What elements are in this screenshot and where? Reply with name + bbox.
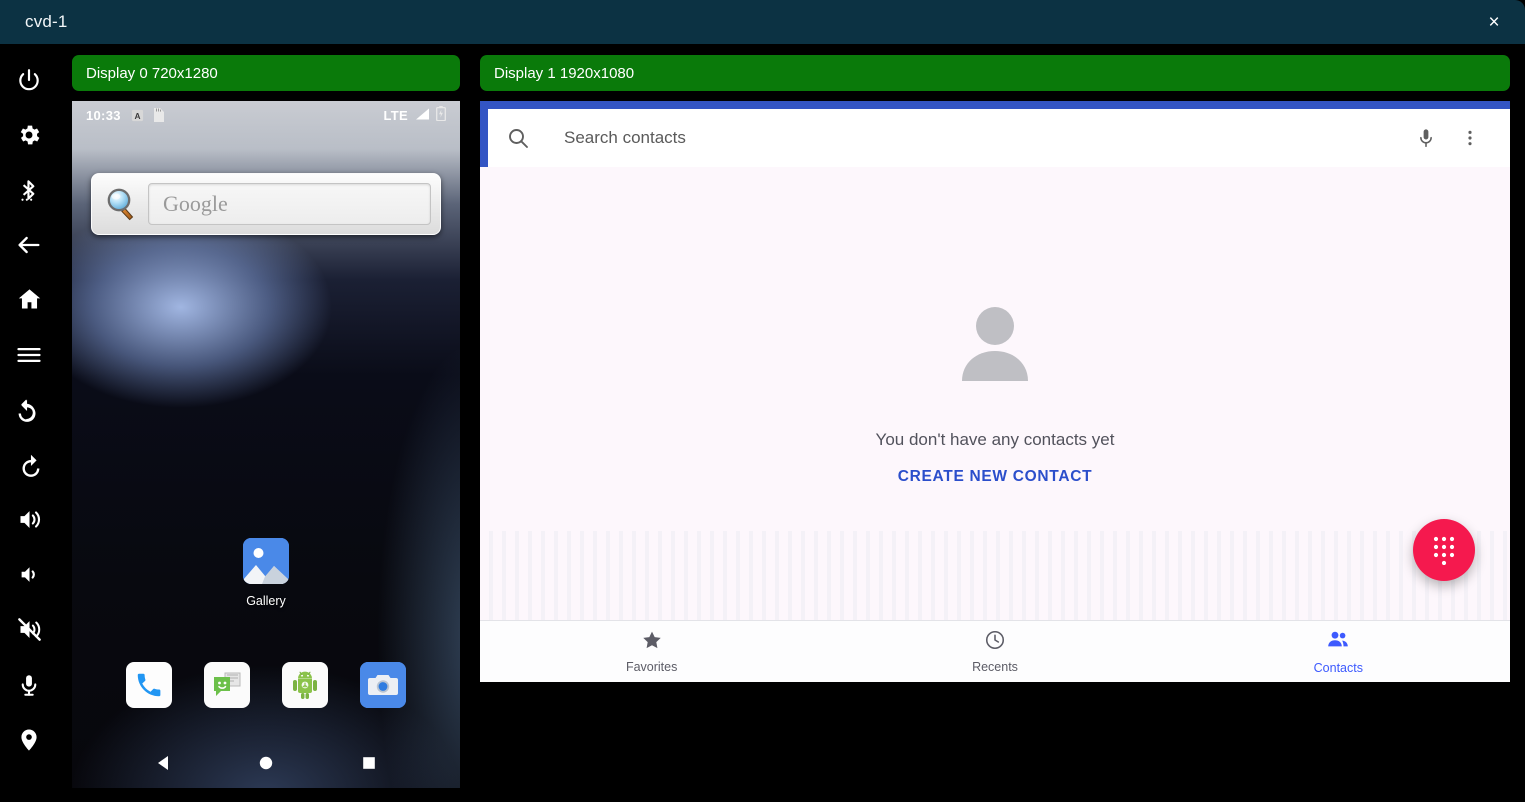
tab-label-favorites: Favorites [626,660,677,674]
android-dock [72,662,460,708]
window-title: cvd-1 [25,12,68,32]
google-search-widget[interactable]: Google [91,173,441,235]
status-right-group: LTE [384,106,447,124]
network-type-label: LTE [384,108,409,123]
app-messaging[interactable] [204,662,250,708]
close-icon[interactable]: × [1463,0,1525,44]
empty-state-title: You don't have any contacts yet [876,430,1115,450]
google-search-input[interactable]: Google [148,183,431,225]
gallery-icon [243,538,289,584]
tab-favorites[interactable]: Favorites [480,621,823,682]
circle-home-icon[interactable] [246,743,286,783]
volume-mute-icon[interactable] [0,602,58,657]
camera-icon [360,662,406,708]
tab-contacts[interactable]: Contacts [1167,621,1510,682]
tab-recents[interactable]: Recents [823,621,1166,682]
tab-label-recents: Recents [972,660,1018,674]
phone-icon [126,662,172,708]
display-1-header: Display 1 1920x1080 [480,55,1510,91]
display-0-screen[interactable]: 10:33 A LTE [72,101,460,788]
messaging-icon [204,662,250,708]
star-icon [641,629,663,656]
people-icon [1326,628,1350,657]
contacts-search-bar[interactable]: Search contacts [488,109,1510,167]
google-search-hint: Google [163,191,228,217]
android-navigation-bar [72,738,460,788]
triangle-back-icon[interactable] [143,743,183,783]
location-pin-icon[interactable] [0,712,58,767]
window-titlebar: cvd-1 × [0,0,1525,44]
contacts-bottom-nav: Favorites Recents Contacts [480,620,1510,682]
display-0-header: Display 0 720x1280 [72,55,460,91]
display-0-label: Display 0 720x1280 [86,65,218,82]
sdcard-icon [152,108,164,122]
alarm-a-icon: A [131,109,144,122]
menu-icon[interactable] [0,327,58,382]
search-icon [506,126,536,150]
microphone-icon[interactable] [0,657,58,712]
home-icon[interactable] [0,272,58,327]
tab-label-contacts: Contacts [1314,661,1363,675]
more-vertical-icon[interactable] [1448,128,1492,148]
rotate-right-icon[interactable] [0,437,58,492]
android-status-bar: 10:33 A LTE [72,101,460,129]
square-recents-icon[interactable] [349,743,389,783]
svg-text:A: A [134,110,140,120]
app-gallery[interactable]: Gallery [234,538,298,608]
rotate-left-icon[interactable] [0,382,58,437]
volume-up-icon[interactable] [0,492,58,547]
contacts-empty-state: You don't have any contacts yet CREATE N… [480,167,1510,617]
create-new-contact-button[interactable]: CREATE NEW CONTACT [898,468,1093,486]
device-control-sidebar [0,44,58,802]
clock-icon [984,629,1006,656]
dialpad-icon [1431,535,1457,565]
dialpad-fab-button[interactable] [1413,519,1475,581]
signal-bars-icon [414,107,430,124]
display-1-screen[interactable]: Search contacts You don't have [480,101,1510,682]
bluetooth-icon[interactable] [0,162,58,217]
status-time: 10:33 [86,108,121,123]
search-focus-ring: Search contacts [480,101,1510,167]
android-icon [282,662,328,708]
microphone-icon[interactable] [1404,127,1448,149]
battery-charging-icon [436,106,446,124]
display-1-label: Display 1 1920x1080 [494,65,634,82]
magnifier-icon [101,183,143,225]
app-label-gallery: Gallery [246,594,286,608]
power-icon[interactable] [0,52,58,107]
app-camera[interactable] [360,662,406,708]
volume-down-icon[interactable] [0,547,58,602]
search-input[interactable]: Search contacts [564,128,1404,148]
person-placeholder-icon [947,299,1043,400]
app-phone[interactable] [126,662,172,708]
arrow-left-icon[interactable] [0,217,58,272]
gear-icon[interactable] [0,107,58,162]
app-android[interactable] [282,662,328,708]
